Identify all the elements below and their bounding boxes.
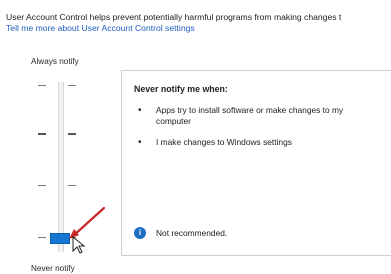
uac-description: User Account Control helps prevent poten… <box>6 12 342 22</box>
notification-level-slider[interactable] <box>30 74 100 260</box>
slider-track[interactable] <box>58 82 64 252</box>
list-item: • I make changes to Windows settings <box>132 137 377 148</box>
list-item-text: Apps try to install software or make cha… <box>156 105 344 126</box>
slider-thumb[interactable] <box>50 233 70 244</box>
status-text: Not recommended. <box>156 228 228 238</box>
slider-tick <box>68 133 76 135</box>
always-notify-label: Always notify <box>31 57 79 66</box>
list-item: • Apps try to install software or make c… <box>132 105 377 127</box>
info-icon: i <box>134 227 146 239</box>
slider-tick <box>38 133 46 135</box>
bullet-icon: • <box>138 137 142 148</box>
panel-heading: Never notify me when: <box>134 84 228 94</box>
slider-tick <box>38 85 46 86</box>
slider-tick <box>38 237 46 238</box>
notification-bullet-list: • Apps try to install software or make c… <box>132 105 377 158</box>
slider-tick <box>38 185 46 186</box>
notification-info-panel: Never notify me when: • Apps try to inst… <box>121 70 391 256</box>
never-notify-label: Never notify <box>31 264 75 273</box>
recommendation-status: i Not recommended. <box>134 227 227 239</box>
uac-description-block: User Account Control helps prevent poten… <box>6 12 391 34</box>
slider-tick <box>68 85 76 86</box>
learn-more-link[interactable]: Tell me more about User Account Control … <box>6 23 391 34</box>
bullet-icon: • <box>138 105 142 116</box>
slider-tick <box>68 185 76 186</box>
list-item-text: I make changes to Windows settings <box>156 137 292 147</box>
